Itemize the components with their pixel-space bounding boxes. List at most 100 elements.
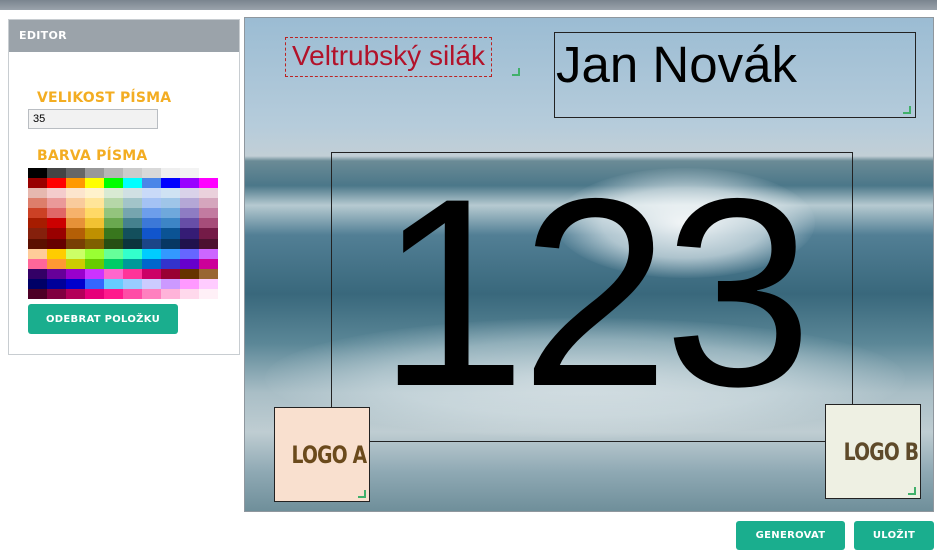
color-swatch[interactable] (47, 278, 66, 289)
color-swatch[interactable] (123, 228, 142, 239)
color-swatch[interactable] (104, 168, 123, 179)
color-swatch[interactable] (104, 288, 123, 299)
color-swatch[interactable] (180, 198, 199, 209)
color-swatch[interactable] (142, 228, 161, 239)
color-swatch[interactable] (47, 178, 66, 189)
color-swatch[interactable] (161, 198, 180, 209)
design-canvas[interactable]: Veltrubský silák Jan Novák 123 LOGO A LO… (244, 17, 934, 512)
color-swatch[interactable] (28, 278, 47, 289)
color-swatch[interactable] (123, 198, 142, 209)
color-swatch[interactable] (123, 218, 142, 229)
color-swatch[interactable] (85, 248, 104, 259)
color-swatch[interactable] (180, 178, 199, 189)
color-swatch[interactable] (66, 218, 85, 229)
color-swatch[interactable] (85, 188, 104, 199)
color-swatch[interactable] (85, 168, 104, 179)
color-swatch[interactable] (199, 288, 218, 299)
color-swatch[interactable] (47, 208, 66, 219)
color-swatch[interactable] (180, 288, 199, 299)
color-swatch[interactable] (66, 268, 85, 279)
color-swatch[interactable] (28, 188, 47, 199)
color-swatch[interactable] (28, 258, 47, 269)
resize-handle[interactable] (908, 487, 916, 495)
color-swatch[interactable] (180, 258, 199, 269)
color-swatch[interactable] (28, 248, 47, 259)
color-swatch[interactable] (66, 288, 85, 299)
color-swatch[interactable] (161, 188, 180, 199)
color-swatch[interactable] (104, 208, 123, 219)
color-palette[interactable] (28, 168, 218, 299)
color-swatch[interactable] (104, 188, 123, 199)
color-swatch[interactable] (199, 238, 218, 249)
resize-handle[interactable] (903, 106, 911, 114)
color-swatch[interactable] (47, 288, 66, 299)
save-button[interactable]: ULOŽIT (854, 521, 934, 550)
bib-number-text[interactable]: 123 (331, 152, 853, 442)
color-swatch[interactable] (66, 178, 85, 189)
color-swatch[interactable] (161, 228, 180, 239)
color-swatch[interactable] (104, 248, 123, 259)
color-swatch[interactable] (104, 178, 123, 189)
color-swatch[interactable] (161, 218, 180, 229)
color-swatch[interactable] (123, 288, 142, 299)
color-swatch[interactable] (85, 288, 104, 299)
color-swatch[interactable] (47, 168, 66, 179)
color-swatch[interactable] (199, 228, 218, 239)
remove-item-button[interactable]: ODEBRAT POLOŽKU (28, 304, 178, 334)
color-swatch[interactable] (66, 208, 85, 219)
participant-name-text[interactable]: Jan Novák (554, 32, 918, 118)
color-swatch[interactable] (47, 218, 66, 229)
color-swatch[interactable] (123, 168, 142, 179)
color-swatch[interactable] (104, 218, 123, 229)
color-swatch[interactable] (180, 228, 199, 239)
color-swatch[interactable] (180, 268, 199, 279)
color-swatch[interactable] (66, 168, 85, 179)
color-swatch[interactable] (28, 198, 47, 209)
color-swatch[interactable] (85, 268, 104, 279)
color-swatch[interactable] (199, 268, 218, 279)
color-swatch[interactable] (142, 238, 161, 249)
color-swatch[interactable] (142, 208, 161, 219)
color-swatch[interactable] (47, 238, 66, 249)
color-swatch[interactable] (66, 198, 85, 209)
color-swatch[interactable] (66, 188, 85, 199)
color-swatch[interactable] (28, 168, 47, 179)
color-swatch[interactable] (199, 218, 218, 229)
color-swatch[interactable] (142, 218, 161, 229)
color-swatch[interactable] (66, 228, 85, 239)
color-swatch[interactable] (142, 248, 161, 259)
color-swatch[interactable] (47, 258, 66, 269)
color-swatch[interactable] (161, 208, 180, 219)
color-swatch[interactable] (66, 248, 85, 259)
color-swatch[interactable] (123, 238, 142, 249)
color-swatch[interactable] (161, 268, 180, 279)
color-swatch[interactable] (85, 178, 104, 189)
color-swatch[interactable] (28, 288, 47, 299)
color-swatch[interactable] (104, 238, 123, 249)
generate-button[interactable]: GENEROVAT (736, 521, 845, 550)
color-swatch[interactable] (199, 188, 218, 199)
color-swatch[interactable] (180, 188, 199, 199)
event-name-text[interactable]: Veltrubský silák (285, 37, 492, 77)
color-swatch[interactable] (28, 208, 47, 219)
color-swatch[interactable] (47, 198, 66, 209)
color-swatch[interactable] (161, 248, 180, 259)
color-swatch[interactable] (123, 178, 142, 189)
color-swatch[interactable] (180, 218, 199, 229)
color-swatch[interactable] (66, 238, 85, 249)
color-swatch[interactable] (199, 178, 218, 189)
color-swatch[interactable] (123, 268, 142, 279)
color-swatch[interactable] (142, 268, 161, 279)
color-swatch[interactable] (123, 278, 142, 289)
color-swatch[interactable] (28, 228, 47, 239)
color-swatch[interactable] (123, 188, 142, 199)
color-swatch[interactable] (28, 218, 47, 229)
color-swatch[interactable] (85, 258, 104, 269)
color-swatch[interactable] (104, 198, 123, 209)
color-swatch[interactable] (142, 278, 161, 289)
resize-handle[interactable] (512, 68, 520, 76)
color-swatch[interactable] (199, 168, 218, 179)
logo-b[interactable]: LOGO B (838, 404, 924, 499)
color-swatch[interactable] (47, 268, 66, 279)
color-swatch[interactable] (142, 198, 161, 209)
